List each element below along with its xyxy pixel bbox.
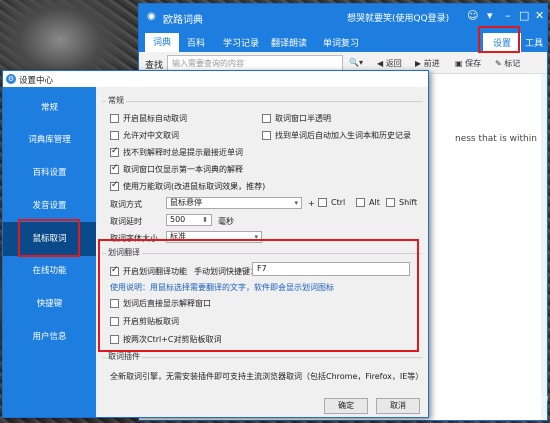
checkbox-checked[interactable] bbox=[110, 146, 119, 157]
opt-show-nearest[interactable]: 找不到解释时总是提示最接近单词 bbox=[110, 146, 243, 158]
watermark-line2: WWW.DOWNXIA.COM bbox=[484, 396, 549, 403]
back-label: 返回 bbox=[385, 59, 402, 68]
chevron-down-icon: ▾ bbox=[294, 199, 298, 207]
forward-label: 前进 bbox=[423, 59, 440, 68]
opt-label: 找到单词后自动加入生词本和历史记录 bbox=[275, 131, 411, 140]
nav-encyclopedia-settings[interactable]: 百科设置 bbox=[3, 162, 96, 184]
opt-label: Alt bbox=[369, 198, 380, 207]
tab-tools[interactable]: 工具 bbox=[525, 36, 543, 49]
opt-mouse-auto[interactable]: 开启鼠标自动取词 bbox=[110, 113, 187, 124]
search-input[interactable]: 输入需要查询的内容 bbox=[167, 55, 343, 71]
checkbox-checked[interactable] bbox=[110, 163, 119, 174]
opt-first-dictionary-only[interactable]: 取词窗口仅显示第一本词典的解释 bbox=[110, 163, 243, 175]
checkbox[interactable] bbox=[110, 131, 119, 140]
plugin-description: 全新取词引擎，无需安装插件即可支持主流浏览器取词（包括Chrome，Firefo… bbox=[110, 372, 424, 381]
dialog-title: 设置中心 bbox=[19, 76, 54, 86]
forward-button[interactable]: ▶ 前进 bbox=[415, 58, 440, 69]
nav-hotkeys[interactable]: 快捷键 bbox=[3, 293, 96, 315]
dropdown-icon[interactable]: ▾ bbox=[487, 9, 493, 22]
tab-review[interactable]: 单词复习 bbox=[315, 34, 367, 51]
save-button[interactable]: ▣ 保存 bbox=[455, 58, 481, 69]
group-title-general: 常规 bbox=[106, 95, 126, 106]
smiley-icon[interactable]: ☺ bbox=[467, 9, 478, 22]
opt-label: Shift bbox=[399, 198, 418, 207]
delay-stepper[interactable]: 500 ⬍ bbox=[166, 214, 212, 226]
group-title-plugin: 取词插件 bbox=[106, 351, 142, 362]
back-button[interactable]: ◀ 返回 bbox=[377, 58, 402, 69]
mode-label: 取词方式 bbox=[110, 200, 142, 209]
watermark: D 当下软件园 WWW.DOWNXIA.COM bbox=[456, 370, 549, 420]
checkbox-checked[interactable] bbox=[110, 180, 119, 191]
highlight-settings-tab bbox=[478, 26, 520, 53]
opt-label: 找不到解释时总是提示最接近单词 bbox=[123, 148, 243, 157]
opt-label: 取词窗口半透明 bbox=[275, 114, 331, 123]
search-icon[interactable]: 🔍▾ bbox=[349, 58, 363, 67]
nav-dictionary-library[interactable]: 词典库管理 bbox=[3, 129, 96, 151]
mode-value: 鼠标悬停 bbox=[170, 198, 202, 207]
tab-translate[interactable]: 翻译朗读 bbox=[263, 34, 315, 51]
checkbox[interactable] bbox=[262, 131, 271, 140]
watermark-logo-icon: D bbox=[456, 374, 480, 398]
nav-user-info[interactable]: 用户信息 bbox=[3, 326, 96, 348]
delay-unit: 毫秒 bbox=[218, 217, 234, 226]
bookmark-label: 标记 bbox=[504, 59, 521, 68]
scrollbar[interactable] bbox=[541, 74, 547, 420]
tab-study-record[interactable]: 学习记录 bbox=[215, 34, 267, 51]
group-divider bbox=[102, 357, 422, 358]
close-icon[interactable]: ✕ bbox=[535, 9, 544, 22]
stepper-icon[interactable]: ⬍ bbox=[202, 215, 208, 225]
checkbox[interactable] bbox=[110, 114, 119, 123]
maximize-icon[interactable]: □ bbox=[519, 9, 529, 22]
opt-shift[interactable]: Shift bbox=[386, 198, 417, 207]
opt-window-translucent[interactable]: 取词窗口半透明 bbox=[262, 113, 331, 124]
watermark-line1: 当下软件园 bbox=[484, 377, 540, 413]
delay-label: 取词延时 bbox=[110, 217, 142, 226]
checkbox[interactable] bbox=[262, 114, 271, 123]
opt-universal-lookup[interactable]: 使用万能取词(改进鼠标取词效果，推荐) bbox=[110, 180, 266, 192]
opt-add-history[interactable]: 找到单词后自动加入生词本和历史记录 bbox=[262, 130, 411, 141]
plus-label: + bbox=[308, 199, 315, 208]
checkbox[interactable] bbox=[356, 198, 365, 207]
dict-title: 欧路词典 bbox=[163, 15, 203, 26]
checkbox[interactable] bbox=[318, 198, 327, 207]
opt-label: 开启鼠标自动取词 bbox=[123, 114, 187, 123]
save-label: 保存 bbox=[465, 59, 482, 68]
dialog-titlebar: ⚙ 设置中心 bbox=[3, 71, 428, 87]
minimize-icon[interactable]: – bbox=[505, 9, 511, 22]
opt-label: 允许对中文取词 bbox=[123, 131, 179, 140]
ok-button[interactable]: 确定 bbox=[324, 398, 368, 414]
opt-label: 使用万能取词(改进鼠标取词效果，推荐) bbox=[123, 182, 266, 191]
delay-value: 500 bbox=[170, 215, 186, 224]
group-divider bbox=[102, 101, 422, 102]
nav-general[interactable]: 常规 bbox=[3, 97, 96, 119]
highlight-translate-group bbox=[98, 239, 419, 352]
opt-ctrl[interactable]: Ctrl bbox=[318, 198, 345, 207]
app-logo-icon: ◉ bbox=[147, 11, 156, 22]
user-name[interactable]: 想哭就要笑(使用QQ登录) bbox=[347, 11, 449, 24]
definition-snippet: ness that is within bbox=[455, 134, 537, 144]
settings-icon: ⚙ bbox=[6, 74, 16, 84]
nav-pronunciation[interactable]: 发音设置 bbox=[3, 195, 96, 217]
checkbox[interactable] bbox=[386, 198, 395, 207]
opt-alt[interactable]: Alt bbox=[356, 198, 380, 207]
opt-label: Ctrl bbox=[331, 198, 346, 207]
bookmark-button[interactable]: ✎ 标记 bbox=[495, 58, 520, 69]
highlight-mouse-lookup-nav bbox=[18, 219, 80, 257]
tab-encyclopedia[interactable]: 百科 bbox=[179, 34, 213, 51]
mode-select[interactable]: 鼠标悬停 ▾ bbox=[166, 197, 302, 209]
cancel-button[interactable]: 取消 bbox=[376, 398, 420, 414]
tab-dictionary[interactable]: 词典 bbox=[145, 33, 180, 52]
nav-online[interactable]: 在线功能 bbox=[3, 260, 96, 282]
opt-allow-chinese[interactable]: 允许对中文取词 bbox=[110, 130, 179, 141]
opt-label: 取词窗口仅显示第一本词典的解释 bbox=[123, 165, 243, 174]
